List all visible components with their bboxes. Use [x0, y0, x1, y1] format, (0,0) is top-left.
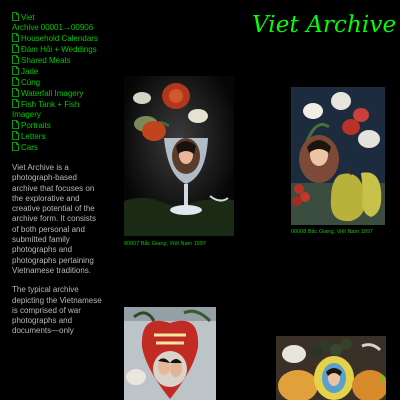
- document-icon: [12, 55, 19, 64]
- nav-item-cars[interactable]: Cars: [12, 142, 104, 153]
- document-icon: [12, 88, 19, 97]
- nav-item-jade[interactable]: Jade: [12, 66, 104, 77]
- document-icon: [12, 12, 19, 21]
- document-icon: [12, 77, 19, 86]
- nav-item-viet-archive[interactable]: Viet Archive 00001→00906: [12, 12, 104, 33]
- photo-image: [291, 87, 385, 225]
- sidebar: Viet Archive 00001→00906 Household Calend…: [12, 12, 104, 346]
- nav-link-label[interactable]: Cars: [21, 143, 38, 152]
- photo-image: [124, 76, 234, 236]
- nav-item-weddings[interactable]: Đám Hỏi + Weddings: [12, 44, 104, 55]
- archive-nav: Viet Archive 00001→00906 Household Calend…: [12, 12, 104, 153]
- photo-card[interactable]: [276, 336, 386, 400]
- nav-link-label[interactable]: Jade: [21, 67, 38, 76]
- nav-item-waterfall-imagery[interactable]: Waterfall Imagery: [12, 88, 104, 99]
- nav-link-label[interactable]: Household Calendars: [21, 34, 98, 43]
- document-icon: [12, 44, 19, 53]
- nav-item-shared-meals[interactable]: Shared Meals: [12, 55, 104, 66]
- arrow-up-icon[interactable]: ⇡: [377, 374, 389, 386]
- about-text: Viet Archive is a photograph-based archi…: [12, 163, 104, 337]
- archive-range: 00001→00906: [40, 23, 94, 32]
- about-paragraph: Viet Archive is a photograph-based archi…: [12, 163, 97, 275]
- document-icon: [12, 120, 19, 129]
- nav-link-label[interactable]: Shared Meals: [21, 56, 70, 65]
- document-icon: [12, 33, 19, 42]
- photo-image: [276, 336, 386, 400]
- about-paragraph: The typical archive depicting the Vietna…: [12, 285, 102, 336]
- photo-caption: 00008 Bắc Giang, Việt Nam 1997: [291, 229, 373, 235]
- nav-item-household-calendars[interactable]: Household Calendars: [12, 33, 104, 44]
- nav-item-fish-tank[interactable]: Fish Tank + Fish Imagery: [12, 99, 104, 120]
- nav-item-cung[interactable]: Cúng: [12, 77, 104, 88]
- nav-link-label[interactable]: Letters: [21, 132, 45, 141]
- photo-caption: 00007 Bắc Giang, Việt Nam 1997: [124, 241, 206, 247]
- nav-link-label[interactable]: Đám Hỏi + Weddings: [21, 45, 97, 54]
- photo-card[interactable]: [124, 76, 234, 236]
- document-icon: [12, 99, 19, 108]
- document-icon: [12, 66, 19, 75]
- document-icon: [12, 142, 19, 151]
- nav-link-label[interactable]: Fish Tank + Fish Imagery: [12, 100, 79, 119]
- document-icon: [12, 131, 19, 140]
- photo-image: [124, 307, 216, 400]
- nav-item-portraits[interactable]: Portraits: [12, 120, 104, 131]
- nav-link-label[interactable]: Cúng: [21, 78, 40, 87]
- nav-link-label[interactable]: Waterfall Imagery: [21, 89, 83, 98]
- photo-card[interactable]: [291, 87, 385, 225]
- nav-link-label[interactable]: Portraits: [21, 121, 51, 130]
- site-title[interactable]: Viet Archive: [252, 12, 396, 38]
- photo-card[interactable]: [124, 307, 216, 400]
- nav-item-letters[interactable]: Letters: [12, 131, 104, 142]
